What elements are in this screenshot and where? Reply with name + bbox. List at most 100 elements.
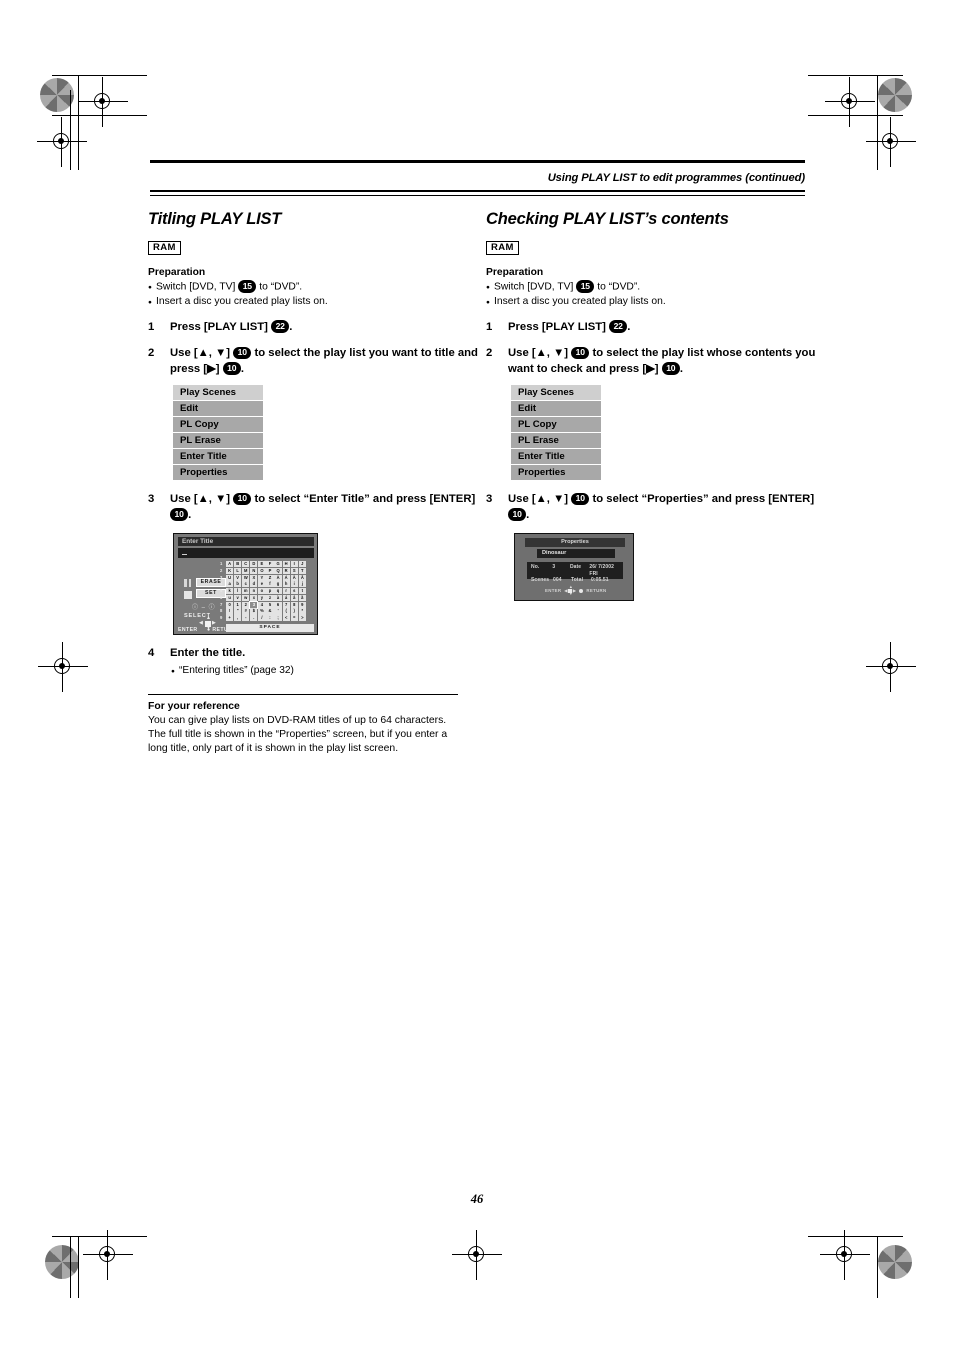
character-key[interactable]: s bbox=[290, 588, 298, 595]
character-key[interactable]: 7 bbox=[282, 601, 290, 608]
character-key[interactable]: P bbox=[266, 567, 274, 574]
character-key[interactable]: k bbox=[226, 588, 234, 595]
character-key[interactable]: N bbox=[250, 567, 258, 574]
character-key[interactable]: D bbox=[250, 561, 258, 568]
character-key[interactable]: à bbox=[274, 594, 282, 601]
character-key[interactable]: 8 bbox=[290, 601, 298, 608]
character-key[interactable]: - bbox=[242, 615, 250, 622]
menu-item-pl-copy[interactable]: PL Copy bbox=[173, 417, 263, 433]
character-key[interactable]: 3 bbox=[249, 600, 259, 609]
character-key[interactable]: C bbox=[242, 561, 250, 568]
character-key[interactable]: X bbox=[250, 574, 258, 581]
character-key[interactable]: 9 bbox=[298, 601, 306, 608]
character-key[interactable]: f bbox=[266, 581, 274, 588]
character-key[interactable]: a bbox=[226, 581, 234, 588]
character-key[interactable]: < bbox=[282, 615, 290, 622]
character-key[interactable]: e bbox=[258, 581, 266, 588]
character-key[interactable]: E bbox=[258, 561, 266, 568]
character-key[interactable]: % bbox=[258, 608, 266, 615]
character-key[interactable]: p bbox=[266, 588, 274, 595]
character-key[interactable]: : bbox=[266, 615, 274, 622]
menu-item-enter-title[interactable]: Enter Title bbox=[173, 449, 263, 465]
character-key[interactable]: n bbox=[250, 588, 258, 595]
character-key[interactable]: J bbox=[298, 561, 306, 568]
character-key[interactable]: H bbox=[282, 561, 290, 568]
character-key[interactable]: Á bbox=[282, 574, 290, 581]
character-key[interactable]: M bbox=[242, 567, 250, 574]
character-key[interactable]: O bbox=[258, 567, 266, 574]
enter-title-text-entry-field[interactable] bbox=[178, 547, 314, 558]
right-playlist-context-menu[interactable]: Play Scenes Edit PL Copy PL Erase Enter … bbox=[511, 385, 601, 481]
character-key[interactable]: " bbox=[234, 608, 242, 615]
character-key[interactable]: w bbox=[242, 594, 250, 601]
character-key[interactable]: $ bbox=[250, 608, 258, 615]
character-key[interactable]: U bbox=[226, 574, 234, 581]
menu-item-edit[interactable]: Edit bbox=[173, 401, 263, 417]
character-key[interactable]: 2 bbox=[242, 601, 250, 608]
character-key[interactable]: K bbox=[226, 567, 234, 574]
character-key[interactable]: Q bbox=[274, 567, 282, 574]
character-key[interactable]: R bbox=[282, 567, 290, 574]
character-key[interactable]: T bbox=[298, 567, 306, 574]
character-key[interactable]: À bbox=[274, 574, 282, 581]
character-key[interactable]: / bbox=[258, 615, 266, 622]
menu-item-pl-copy[interactable]: PL Copy bbox=[511, 417, 601, 433]
character-key[interactable]: h bbox=[282, 581, 290, 588]
character-key[interactable]: > bbox=[298, 615, 306, 622]
character-key[interactable]: t bbox=[298, 588, 306, 595]
character-key[interactable]: x bbox=[250, 594, 258, 601]
character-key[interactable]: A bbox=[226, 561, 234, 568]
character-key[interactable]: i bbox=[290, 581, 298, 588]
character-key[interactable]: z bbox=[266, 594, 274, 601]
character-grid[interactable]: 1ABCDEFGHIJ2KLMNOPQRST3UVWXYZÀÁÂÃ4abcdef… bbox=[220, 561, 314, 622]
menu-item-enter-title[interactable]: Enter Title bbox=[511, 449, 601, 465]
character-key[interactable]: G bbox=[274, 561, 282, 568]
character-key[interactable]: I bbox=[290, 561, 298, 568]
character-key[interactable]: # bbox=[242, 608, 250, 615]
menu-item-play-scenes[interactable]: Play Scenes bbox=[173, 385, 263, 401]
character-key[interactable]: j bbox=[298, 581, 306, 588]
menu-item-play-scenes[interactable]: Play Scenes bbox=[511, 385, 601, 401]
character-key[interactable]: r bbox=[282, 588, 290, 595]
character-key[interactable]: Â bbox=[290, 574, 298, 581]
menu-item-pl-erase[interactable]: PL Erase bbox=[511, 433, 601, 449]
character-key[interactable]: ) bbox=[290, 608, 298, 615]
character-key[interactable]: 6 bbox=[274, 601, 282, 608]
character-key[interactable]: V bbox=[234, 574, 242, 581]
character-key[interactable]: d bbox=[250, 581, 258, 588]
character-key[interactable]: = bbox=[290, 615, 298, 622]
character-key[interactable]: ( bbox=[282, 608, 290, 615]
character-key[interactable]: Ã bbox=[298, 574, 306, 581]
character-key[interactable]: ' bbox=[274, 608, 282, 615]
character-key[interactable]: 0 bbox=[226, 601, 234, 608]
character-key[interactable]: y bbox=[258, 594, 266, 601]
character-key[interactable]: . bbox=[250, 615, 258, 622]
character-key[interactable]: F bbox=[266, 561, 274, 568]
character-key[interactable]: 4 bbox=[258, 601, 266, 608]
space-key[interactable]: SPACE bbox=[226, 624, 314, 632]
menu-item-pl-erase[interactable]: PL Erase bbox=[173, 433, 263, 449]
character-key[interactable]: â bbox=[290, 594, 298, 601]
character-key[interactable]: Y bbox=[258, 574, 266, 581]
character-key[interactable]: l bbox=[234, 588, 242, 595]
character-key[interactable]: u bbox=[226, 594, 234, 601]
character-key[interactable]: b bbox=[234, 581, 242, 588]
character-key[interactable]: W bbox=[242, 574, 250, 581]
character-key[interactable]: ã bbox=[298, 594, 306, 601]
character-key[interactable]: Z bbox=[266, 574, 274, 581]
character-key[interactable]: , bbox=[234, 615, 242, 622]
left-playlist-context-menu[interactable]: Play Scenes Edit PL Copy PL Erase Enter … bbox=[173, 385, 263, 481]
character-key[interactable]: & bbox=[266, 608, 274, 615]
menu-item-properties[interactable]: Properties bbox=[511, 465, 601, 481]
character-key[interactable]: ! bbox=[226, 608, 234, 615]
character-key[interactable]: m bbox=[242, 588, 250, 595]
character-key[interactable]: + bbox=[226, 615, 234, 622]
character-key[interactable]: ; bbox=[274, 615, 282, 622]
menu-item-edit[interactable]: Edit bbox=[511, 401, 601, 417]
character-key[interactable]: B bbox=[234, 561, 242, 568]
character-key[interactable]: v bbox=[234, 594, 242, 601]
character-key[interactable]: o bbox=[258, 588, 266, 595]
character-key[interactable]: g bbox=[274, 581, 282, 588]
character-key[interactable]: 1 bbox=[234, 601, 242, 608]
character-key[interactable]: S bbox=[290, 567, 298, 574]
